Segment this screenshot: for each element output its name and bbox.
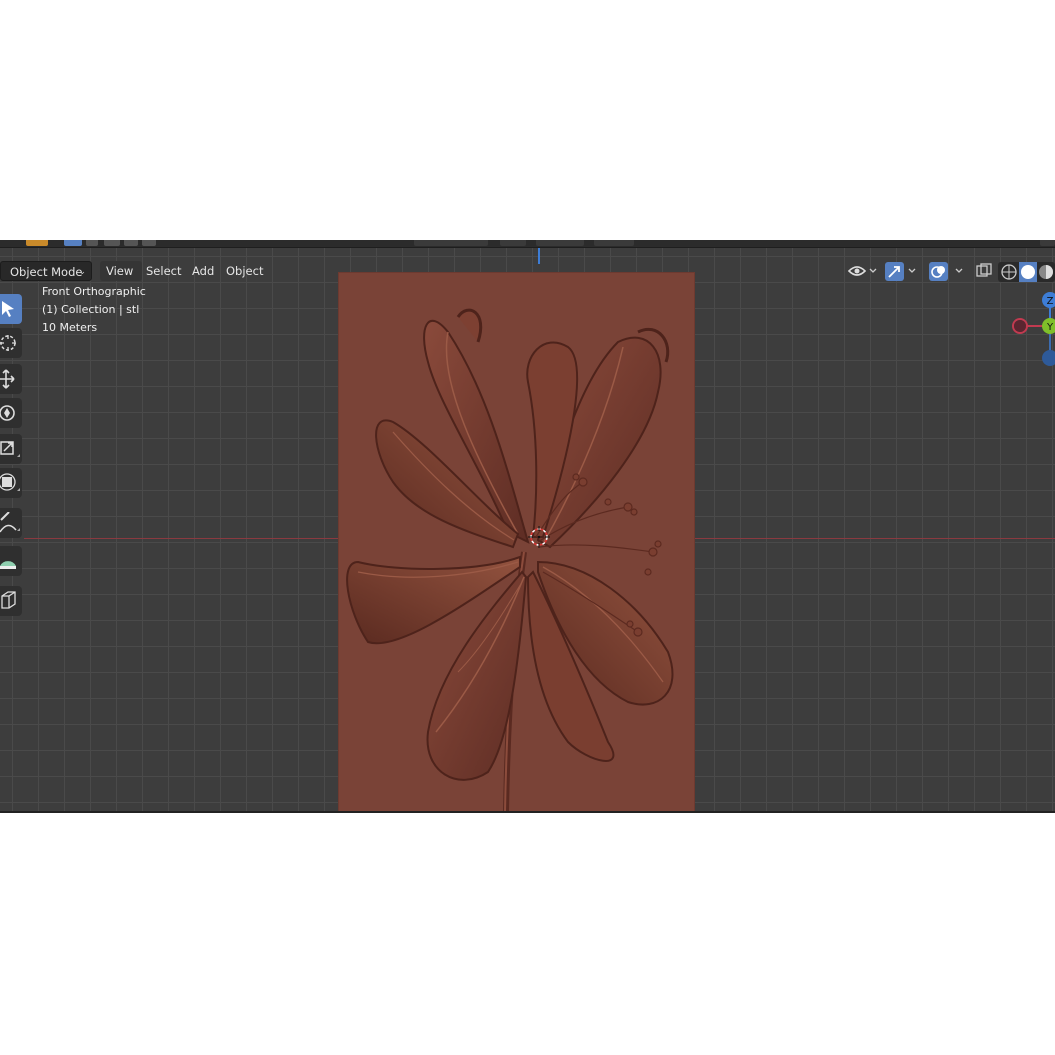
gizmo-neg-z-icon: [1042, 350, 1055, 366]
menu-select[interactable]: Select: [141, 261, 186, 281]
svg-text:Y: Y: [1046, 322, 1054, 333]
3d-cursor-icon[interactable]: [528, 526, 550, 548]
annotate-icon: [0, 512, 20, 533]
measure-tool[interactable]: [0, 546, 22, 576]
gizmo-toggle-icon[interactable]: [884, 261, 920, 283]
menu-object[interactable]: Object: [222, 261, 272, 281]
select-intersect-icon[interactable]: [142, 240, 156, 246]
menu-add[interactable]: Add: [188, 261, 222, 281]
shading-mode-icons[interactable]: [998, 261, 1055, 283]
cursor-tool[interactable]: [0, 328, 22, 358]
overlays-icon[interactable]: [928, 261, 968, 283]
relief-plate-mesh[interactable]: [338, 272, 695, 813]
transform-icon: [0, 473, 20, 491]
select-mode-icon[interactable]: [26, 240, 48, 246]
proportional-edit-icon[interactable]: [594, 240, 634, 246]
add-cube-icon: [1, 591, 16, 609]
select-extend-icon[interactable]: [86, 240, 98, 246]
svg-text:Z: Z: [1047, 296, 1054, 307]
snap-icon[interactable]: [536, 240, 584, 246]
tool-shelf: [0, 294, 24, 624]
pivot-icon[interactable]: [500, 240, 526, 246]
select-subtract-icon[interactable]: [104, 240, 120, 246]
select-box-tool[interactable]: [0, 294, 22, 324]
scale-tool[interactable]: [0, 434, 22, 464]
move-tool[interactable]: [0, 364, 22, 394]
view-name-label: Front Orthographic: [42, 285, 146, 298]
cursor-icon: [0, 335, 16, 351]
top-header-cutoff: [0, 240, 1055, 248]
mode-label: Object Mode: [10, 265, 83, 279]
navigation-gizmo[interactable]: Z Y: [1005, 292, 1055, 372]
move-icon: [0, 369, 15, 389]
xray-icon[interactable]: [974, 261, 994, 283]
3d-viewport[interactable]: Front Orthographic (1) Collection | stl …: [0, 248, 1055, 813]
transform-orientation-dropdown[interactable]: [414, 240, 488, 246]
scale-icon: [0, 441, 20, 457]
visibility-icon[interactable]: [846, 261, 878, 283]
flower-relief-image: [346, 308, 674, 813]
viewport-bottom-border: [0, 811, 1055, 813]
measure-icon: [0, 561, 16, 569]
mode-dropdown[interactable]: Object Mode ⌄: [0, 261, 92, 281]
rotate-tool[interactable]: [0, 398, 22, 428]
annotate-tool[interactable]: [0, 508, 22, 538]
transform-tool[interactable]: [0, 468, 22, 498]
add-cube-tool[interactable]: [0, 586, 22, 616]
collection-label: (1) Collection | stl: [42, 303, 140, 316]
blender-window: Front Orthographic (1) Collection | stl …: [0, 240, 1055, 813]
menu-view[interactable]: View: [100, 261, 142, 281]
chevron-down-icon: ⌄: [78, 267, 86, 277]
scale-label: 10 Meters: [42, 321, 98, 334]
select-invert-icon[interactable]: [124, 240, 138, 246]
select-box-icon: [2, 301, 14, 317]
options-menu[interactable]: [1040, 240, 1055, 246]
box-select-icon[interactable]: [64, 240, 82, 246]
rotate-icon: [0, 405, 15, 421]
